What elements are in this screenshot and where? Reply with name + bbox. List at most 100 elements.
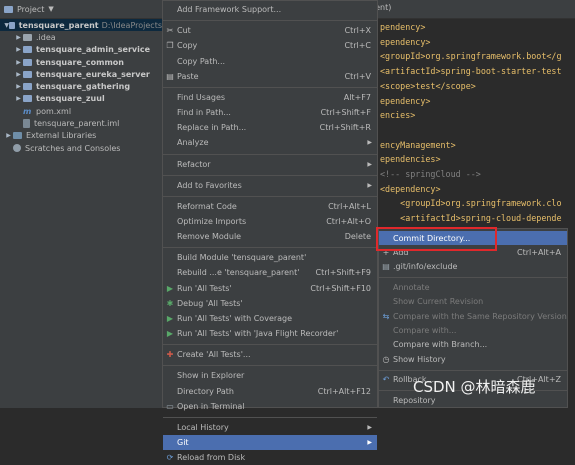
collapse-arrow-icon[interactable]: ▶ xyxy=(14,34,23,41)
code-line: <!-- springCloud --> xyxy=(380,169,481,179)
compare-icon: ⇆ xyxy=(382,311,390,321)
menu-item-optimize-imports[interactable]: Optimize Imports Ctrl+Alt+O xyxy=(163,214,377,229)
menu-item-analyze[interactable]: Analyze ▶ xyxy=(163,135,377,150)
collapse-arrow-icon[interactable]: ▶ xyxy=(14,46,23,53)
menu-item-label: Git xyxy=(177,438,189,448)
commit-directory-highlight-box xyxy=(376,227,497,251)
folder-icon xyxy=(23,33,32,41)
menu-item-label: Cut xyxy=(177,26,191,36)
code-line: encies> xyxy=(380,110,416,121)
tree-item[interactable]: ▶ tensquare_common xyxy=(0,56,162,68)
menu-item-find-usages[interactable]: Find Usages Alt+F7 xyxy=(163,90,377,105)
menu-item-show-current-revision[interactable]: Show Current Revision xyxy=(379,295,567,309)
tree-item[interactable]: ▶ External Libraries xyxy=(0,130,162,142)
tree-item[interactable]: ▶ tensquare_admin_service xyxy=(0,44,162,56)
menu-item-git[interactable]: Git ▶ xyxy=(163,435,377,451)
menu-item-show-in-explorer[interactable]: Show in Explorer xyxy=(163,368,377,383)
menu-item-refactor[interactable]: Refactor ▶ xyxy=(163,157,377,172)
menu-icon-spacer xyxy=(165,371,175,381)
menu-item-shortcut: Alt+F7 xyxy=(343,92,371,102)
menu-icon-spacer xyxy=(165,56,175,66)
menu-separator xyxy=(163,247,377,249)
menu-item-label: Replace in Path... xyxy=(177,123,247,133)
menu-item-paste[interactable]: ▤ Paste Ctrl+V xyxy=(163,69,377,84)
menu-item-shortcut: Ctrl+Shift+F10 xyxy=(310,283,371,293)
menu-separator xyxy=(163,344,377,346)
menu-item-shortcut: Ctrl+Shift+R xyxy=(319,123,371,133)
menu-item-open-in-terminal[interactable]: ▭ Open in Terminal xyxy=(163,399,377,414)
submenu-arrow-icon: ▶ xyxy=(367,160,372,168)
menu-item-run-all-tests-with-coverage[interactable]: ▶ Run 'All Tests' with Coverage xyxy=(163,311,377,326)
folder-icon xyxy=(23,70,32,78)
collapse-arrow-icon[interactable]: ▶ xyxy=(14,95,23,102)
project-panel-title: Project xyxy=(17,4,45,14)
menu-item-shortcut: Ctrl+V xyxy=(344,71,371,81)
git-icon: ▤ xyxy=(382,262,390,272)
tree-item[interactable]: tensquare_parent.iml xyxy=(0,117,162,129)
tree-item[interactable]: ▶ tensquare_eureka_server xyxy=(0,68,162,80)
folder-icon xyxy=(23,95,32,103)
create-test-icon: ✚ xyxy=(166,350,174,360)
menu-item-git-info-exclude[interactable]: ▤ .git/info/exclude xyxy=(379,260,567,274)
menu-item-create-all-tests[interactable]: ✚ Create 'All Tests'... xyxy=(163,347,377,362)
copy-icon: ❐ xyxy=(166,41,174,51)
tree-item[interactable]: m pom.xml xyxy=(0,105,162,117)
menu-item-local-history[interactable]: Local History ▶ xyxy=(163,420,377,435)
menu-item-directory-path[interactable]: Directory Path Ctrl+Alt+F12 xyxy=(163,384,377,399)
folder-icon xyxy=(9,21,15,29)
collapse-arrow-icon[interactable]: ▶ xyxy=(14,83,23,90)
tree-item[interactable]: ▶ tensquare_gathering xyxy=(0,80,162,92)
tree-item-label: tensquare_admin_service xyxy=(36,45,151,55)
tree-item[interactable]: Scratches and Consoles xyxy=(0,142,162,154)
menu-item-label: Debug 'All Tests' xyxy=(177,298,243,308)
menu-item-rebuild-e-tensquare-parent[interactable]: Rebuild ...e 'tensquare_parent' Ctrl+Shif… xyxy=(163,265,377,280)
menu-item-reload-from-disk[interactable]: ⟳ Reload from Disk xyxy=(163,450,377,465)
menu-item-shortcut: Delete xyxy=(344,232,371,242)
collapse-arrow-icon[interactable]: ▶ xyxy=(14,59,23,66)
menu-item-compare-with-branch[interactable]: Compare with Branch... xyxy=(379,338,567,352)
menu-item-compare-with[interactable]: Compare with... xyxy=(379,323,567,337)
menu-icon-spacer xyxy=(165,138,175,148)
terminal-icon: ▭ xyxy=(166,401,174,411)
menu-item-annotate[interactable]: Annotate xyxy=(379,280,567,294)
menu-item-run-all-tests[interactable]: ▶ Run 'All Tests' Ctrl+Shift+F10 xyxy=(163,281,377,296)
menu-icon-spacer xyxy=(165,438,175,448)
menu-item-copy[interactable]: ❐ Copy Ctrl+C xyxy=(163,38,377,53)
menu-item-replace-in-path[interactable]: Replace in Path... Ctrl+Shift+R xyxy=(163,120,377,135)
chevron-down-icon[interactable]: ▼ xyxy=(48,5,53,13)
menu-item-copy-path[interactable]: Copy Path... xyxy=(163,54,377,69)
menu-item-label: Compare with Branch... xyxy=(393,340,488,350)
menu-item-label: Optimize Imports xyxy=(177,216,247,226)
menu-item-find-in-path[interactable]: Find in Path... Ctrl+Shift+F xyxy=(163,105,377,120)
menu-item-cut[interactable]: ✂ Cut Ctrl+X xyxy=(163,23,377,38)
folder-icon xyxy=(23,58,32,66)
project-panel-header[interactable]: Project ▼ xyxy=(0,0,162,19)
collapse-arrow-icon[interactable]: ▶ xyxy=(4,132,13,139)
menu-item-label: Paste xyxy=(177,71,199,81)
menu-icon-spacer xyxy=(165,201,175,211)
project-folder-icon xyxy=(4,5,13,13)
menu-item-reformat-code[interactable]: Reformat Code Ctrl+Alt+L xyxy=(163,199,377,214)
menu-icon-spacer xyxy=(165,159,175,169)
menu-item-add-to-favorites[interactable]: Add to Favorites ▶ xyxy=(163,178,377,193)
menu-item-build-module-tensquare-parent[interactable]: Build Module 'tensquare_parent' xyxy=(163,250,377,265)
collapse-arrow-icon[interactable]: ▶ xyxy=(14,71,23,78)
maven-icon: m xyxy=(23,106,32,116)
iml-file-icon xyxy=(23,119,30,129)
menu-item-show-history[interactable]: ◷ Show History xyxy=(379,352,567,366)
menu-item-label: Run 'All Tests' with 'Java Flight Record… xyxy=(177,329,339,339)
menu-separator xyxy=(163,20,377,22)
tree-item[interactable]: ▼ tensquare_parent D:\IdeaProjects xyxy=(0,19,162,32)
menu-item-label: Find in Path... xyxy=(177,108,231,118)
menu-item-compare-with-the-same-repository-version[interactable]: ⇆ Compare with the Same Repository Versio… xyxy=(379,309,567,323)
menu-item-shortcut: Ctrl+Alt+F12 xyxy=(317,386,371,396)
menu-item-label: Annotate xyxy=(393,282,430,292)
menu-item-remove-module[interactable]: Remove Module Delete xyxy=(163,229,377,244)
menu-item-label: Analyze xyxy=(177,138,209,148)
menu-item-label: .git/info/exclude xyxy=(393,262,458,272)
menu-item-run-all-tests-with-java-flight-recorder[interactable]: ▶ Run 'All Tests' with 'Java Flight Recor… xyxy=(163,326,377,341)
menu-item-add-framework-support[interactable]: Add Framework Support... xyxy=(163,2,377,17)
menu-item-debug-all-tests[interactable]: ✱ Debug 'All Tests' xyxy=(163,296,377,311)
tree-item[interactable]: ▶ .idea xyxy=(0,31,162,43)
tree-item[interactable]: ▶ tensquare_zuul xyxy=(0,93,162,105)
